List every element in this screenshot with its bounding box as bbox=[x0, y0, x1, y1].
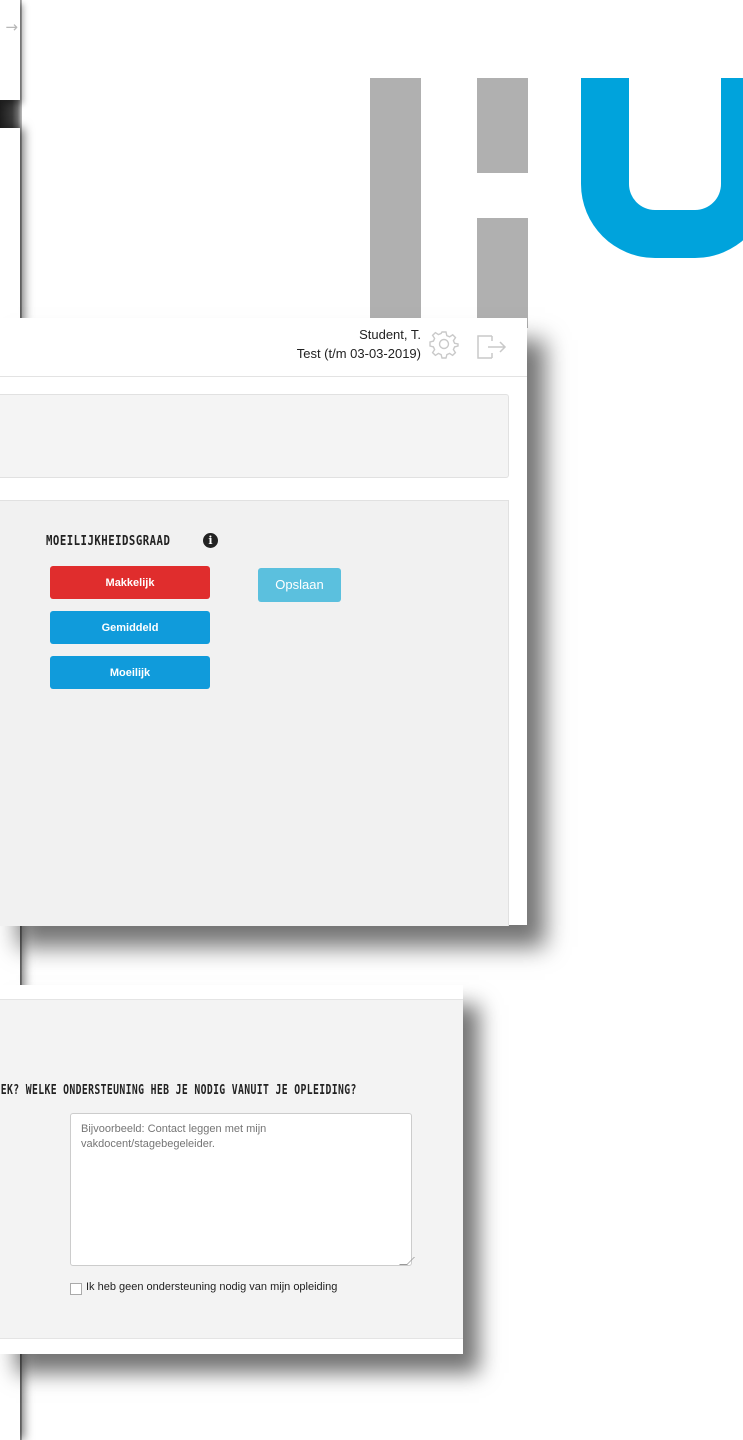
logo-h-right-top-bar bbox=[477, 78, 528, 173]
logout-icon[interactable] bbox=[474, 330, 510, 362]
arrow-right-icon[interactable]: → bbox=[5, 18, 18, 36]
app-window: Student, T. Test (t/m 03-03-2019) MOEILI… bbox=[0, 318, 527, 926]
hu-logo bbox=[370, 78, 743, 328]
support-card-header bbox=[0, 985, 463, 1000]
difficulty-panel: MOEILIJKHEIDSGRAAD i Makkelijk Gemiddeld… bbox=[0, 500, 509, 926]
no-support-checkbox-label[interactable]: Ik heb geen ondersteuning nodig van mijn… bbox=[86, 1281, 337, 1293]
gear-icon[interactable] bbox=[428, 328, 460, 360]
left-top-card: → bbox=[0, 0, 20, 100]
difficulty-medium-button[interactable]: Gemiddeld bbox=[50, 611, 210, 644]
support-question-text: KPLEK? WELKE ONDERSTEUNING HEB JE NODIG … bbox=[0, 1083, 357, 1098]
no-support-checkbox[interactable] bbox=[70, 1283, 82, 1295]
logo-h-right-bottom-bar bbox=[477, 218, 528, 328]
difficulty-title: MOEILIJKHEIDSGRAAD bbox=[46, 534, 171, 549]
save-button[interactable]: Opslaan bbox=[258, 568, 341, 602]
app-header: Student, T. Test (t/m 03-03-2019) bbox=[0, 318, 527, 377]
support-card: KPLEK? WELKE ONDERSTEUNING HEB JE NODIG … bbox=[0, 985, 463, 1354]
user-test-info: Test (t/m 03-03-2019) bbox=[296, 346, 421, 361]
difficulty-easy-button[interactable]: Makkelijk bbox=[50, 566, 210, 599]
support-card-footer bbox=[0, 1338, 463, 1354]
logo-u-shape bbox=[581, 78, 743, 258]
user-name: Student, T. bbox=[359, 327, 421, 342]
support-textarea[interactable] bbox=[70, 1113, 412, 1266]
logo-h-left-bar bbox=[370, 78, 421, 328]
top-info-panel bbox=[0, 394, 509, 478]
info-icon[interactable]: i bbox=[203, 533, 218, 548]
difficulty-hard-button[interactable]: Moeilijk bbox=[50, 656, 210, 689]
support-question: KPLEK? WELKE ONDERSTEUNING HEB JE NODIG … bbox=[0, 1083, 463, 1098]
